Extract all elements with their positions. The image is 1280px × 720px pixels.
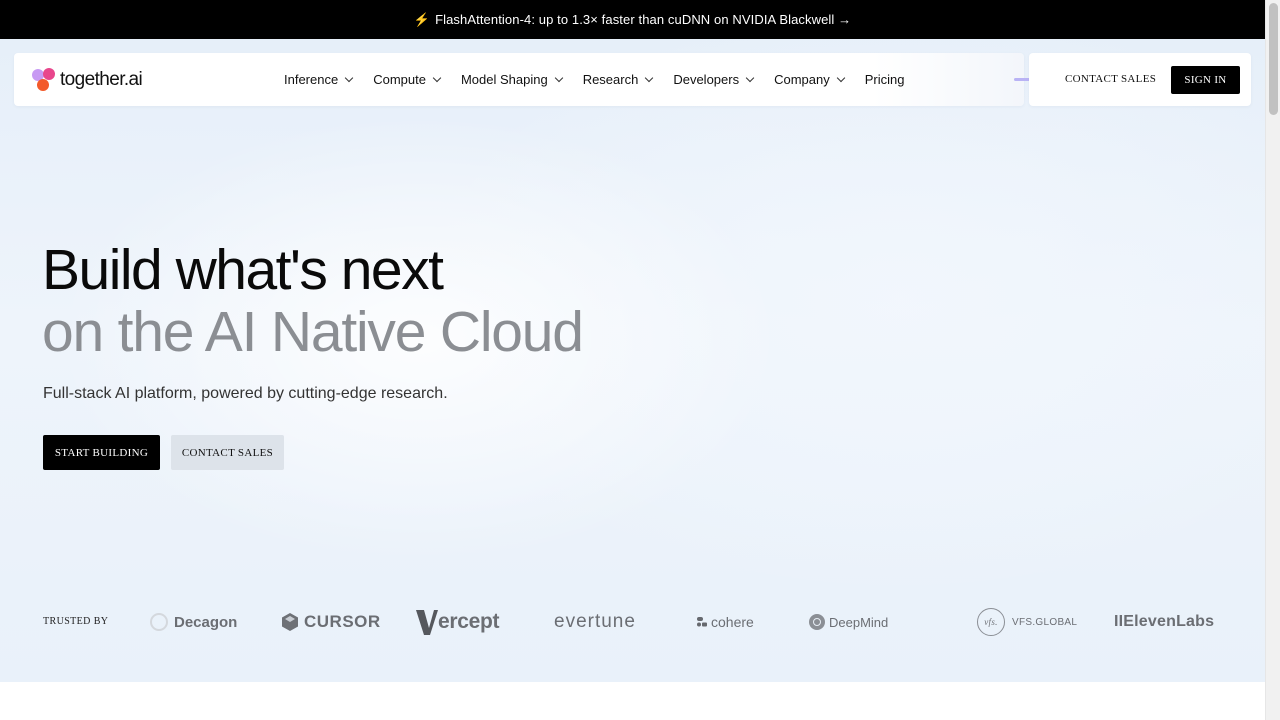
- main-navigation: together.ai Inference Compute Model Shap…: [14, 53, 1039, 106]
- elevenlabs-text: IIElevenLabs: [1114, 613, 1215, 630]
- cohere-icon: [697, 617, 707, 627]
- hero-headline-muted: on the AI Native Cloud: [42, 300, 584, 364]
- cube-icon: [282, 613, 298, 631]
- elevenlabs-logo: IIElevenLabs: [1114, 606, 1214, 638]
- decagon-icon: [150, 613, 168, 631]
- nav-item-label: Research: [582, 72, 639, 87]
- nav-item-company[interactable]: Company: [774, 72, 845, 87]
- vfs-global-logo: vfs. VFS.GLOBAL: [977, 606, 1077, 638]
- vfs-seal-icon: vfs.: [977, 608, 1005, 636]
- cohere-logo: cohere: [697, 606, 754, 638]
- lightning-icon: ⚡: [413, 11, 431, 27]
- nav-actions: CONTACT SALES SIGN IN: [1029, 53, 1251, 106]
- deepmind-logo: DeepMind: [809, 606, 888, 638]
- nav-item-pricing[interactable]: Pricing: [865, 72, 905, 87]
- chevron-down-icon: [554, 73, 563, 82]
- deepmind-text: DeepMind: [829, 614, 889, 630]
- hero-headline: Build what's next: [42, 238, 444, 302]
- nav-item-inference[interactable]: Inference: [284, 72, 354, 87]
- evertune-logo: evertune: [554, 606, 636, 638]
- nav-item-developers[interactable]: Developers: [673, 72, 755, 87]
- logo-text: together.ai: [60, 69, 143, 90]
- nav-item-label: Company: [774, 72, 830, 87]
- trusted-by-label: TRUSTED BY: [43, 616, 109, 627]
- start-building-button[interactable]: START BUILDING: [43, 435, 160, 470]
- banner-text[interactable]: FlashAttention-4: up to 1.3× faster than…: [435, 12, 851, 27]
- cursor-logo: CURSOR: [280, 606, 381, 638]
- cursor-text: CURSOR: [304, 612, 381, 631]
- nav-item-label: Inference: [284, 72, 339, 87]
- logo[interactable]: together.ai: [32, 68, 143, 92]
- vfs-global-text: VFS.GLOBAL: [1012, 616, 1078, 628]
- scrollbar-thumb[interactable]: [1269, 3, 1278, 115]
- nav-item-label: Model Shaping: [460, 72, 548, 87]
- chevron-down-icon: [836, 73, 845, 82]
- nav-item-model-shaping[interactable]: Model Shaping: [460, 72, 563, 87]
- contact-sales-link[interactable]: CONTACT SALES: [1065, 73, 1156, 85]
- chevron-down-icon: [745, 73, 755, 82]
- chevron-down-icon: [645, 73, 654, 82]
- contact-sales-button[interactable]: CONTACT SALES: [171, 435, 284, 470]
- nav-item-label: Compute: [373, 72, 426, 87]
- deepmind-icon: [809, 614, 825, 630]
- vercept-v-icon: [416, 610, 438, 635]
- nav-menu: Inference Compute Model Shaping Research…: [284, 53, 925, 106]
- cohere-text: cohere: [711, 614, 754, 630]
- vercept-logo: ercept: [416, 606, 500, 638]
- nav-item-label: Pricing: [864, 72, 905, 87]
- sign-in-button[interactable]: SIGN IN: [1171, 66, 1240, 94]
- vercept-text: ercept: [438, 610, 500, 633]
- nav-item-label: Developers: [673, 72, 740, 87]
- hero-subtitle: Full-stack AI platform, powered by cutti…: [43, 385, 448, 402]
- next-section: [0, 682, 1265, 720]
- chevron-down-icon: [344, 73, 354, 82]
- nav-item-compute[interactable]: Compute: [373, 72, 442, 87]
- announcement-banner[interactable]: ⚡ FlashAttention-4: up to 1.3× faster th…: [0, 0, 1265, 39]
- evertune-text: evertune: [554, 611, 636, 632]
- page-scrollbar[interactable]: [1265, 0, 1280, 720]
- chevron-down-icon: [432, 73, 442, 82]
- decagon-text: Decagon: [174, 613, 238, 631]
- together-logo-icon: [32, 68, 58, 92]
- decagon-logo: Decagon: [150, 606, 237, 638]
- nav-item-research[interactable]: Research: [582, 72, 654, 87]
